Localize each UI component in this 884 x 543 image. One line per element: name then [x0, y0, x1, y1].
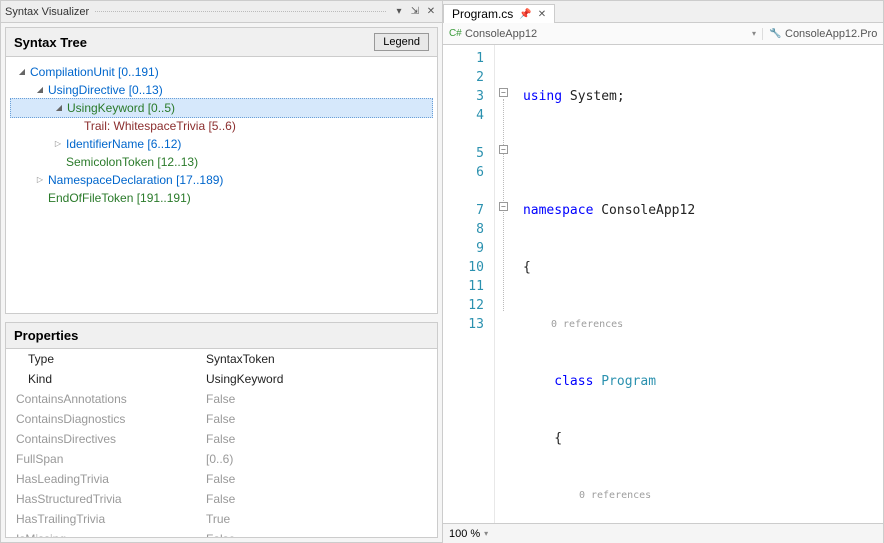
codelens-references[interactable]: 0 references: [523, 315, 623, 334]
editor-panel: Program.cs 📌 ✕ C# ConsoleApp12 ▾ 🔧 Conso…: [443, 0, 884, 543]
prop-row[interactable]: HasStructuredTriviaFalse: [6, 489, 437, 509]
prop-row[interactable]: IsMissingFalse: [6, 529, 437, 537]
prop-row: TypeSyntaxToken: [6, 349, 437, 369]
tree-body[interactable]: CompilationUnit [0..191)UsingDirective […: [6, 57, 437, 313]
tree-node-label: Trail: WhitespaceTrivia [5..6): [84, 117, 236, 135]
panel-grip[interactable]: [95, 11, 386, 12]
code-editor[interactable]: 1234 56 78910111213 − − − using System; …: [443, 45, 883, 523]
prop-row[interactable]: HasLeadingTriviaFalse: [6, 469, 437, 489]
toggle-spacer: [52, 156, 64, 168]
context-right-label: ConsoleApp12.Pro: [785, 28, 877, 40]
file-tab[interactable]: Program.cs 📌 ✕: [443, 4, 555, 23]
prop-key: Type: [6, 349, 196, 369]
line-gutter: 1234 56 78910111213: [443, 45, 495, 523]
tree-node-label: UsingDirective [0..13): [48, 81, 163, 99]
prop-key: HasLeadingTrivia: [6, 469, 196, 489]
wrench-icon: 🔧: [769, 28, 781, 40]
tree-node[interactable]: UsingDirective [0..13): [10, 81, 433, 99]
context-bar: C# ConsoleApp12 ▾ 🔧 ConsoleApp12.Pro: [443, 23, 883, 45]
tree-node[interactable]: IdentifierName [6..12): [10, 135, 433, 153]
context-left-label: ConsoleApp12: [465, 28, 537, 40]
prop-key: IsMissing: [6, 529, 196, 537]
tree-node[interactable]: SemicolonToken [12..13): [10, 153, 433, 171]
fold-box-icon[interactable]: −: [499, 88, 508, 97]
fold-box-icon[interactable]: −: [499, 202, 508, 211]
toggle-icon[interactable]: [34, 174, 46, 186]
close-icon[interactable]: ✕: [424, 5, 438, 19]
syntax-tree-section: Syntax Tree Legend CompilationUnit [0..1…: [5, 27, 438, 314]
toggle-spacer: [34, 192, 46, 204]
chevron-down-icon[interactable]: ▾: [484, 529, 488, 538]
props-body[interactable]: TypeSyntaxTokenKindUsingKeywordContainsA…: [6, 349, 437, 537]
prop-row[interactable]: ContainsAnnotationsFalse: [6, 389, 437, 409]
context-project[interactable]: C# ConsoleApp12 ▾: [443, 28, 763, 40]
tree-node-label: EndOfFileToken [191..191): [48, 189, 191, 207]
tree-node[interactable]: NamespaceDeclaration [17..189): [10, 171, 433, 189]
prop-key: Kind: [6, 369, 196, 389]
tree-node[interactable]: UsingKeyword [0..5): [10, 98, 433, 118]
pin-icon[interactable]: 📌: [519, 9, 531, 20]
tree-node[interactable]: EndOfFileToken [191..191): [10, 189, 433, 207]
tree-node[interactable]: Trail: WhitespaceTrivia [5..6): [10, 117, 433, 135]
tree-title: Syntax Tree: [14, 35, 87, 50]
outline-column[interactable]: − − −: [495, 45, 517, 523]
prop-val: False: [196, 529, 437, 537]
toggle-spacer: [70, 120, 82, 132]
chevron-down-icon[interactable]: ▾: [752, 29, 756, 38]
tree-node-label: UsingKeyword [0..5): [67, 99, 175, 117]
props-header: Properties: [6, 323, 437, 349]
prop-key: ContainsAnnotations: [6, 389, 196, 409]
prop-key: HasTrailingTrivia: [6, 509, 196, 529]
prop-row: KindUsingKeyword: [6, 369, 437, 389]
prop-key: HasStructuredTrivia: [6, 489, 196, 509]
legend-button[interactable]: Legend: [374, 33, 429, 51]
props-table: TypeSyntaxTokenKindUsingKeywordContainsA…: [6, 349, 437, 537]
prop-row[interactable]: HasTrailingTriviaTrue: [6, 509, 437, 529]
toggle-icon[interactable]: [34, 84, 46, 96]
tree-node-label: CompilationUnit [0..191): [30, 63, 159, 81]
dropdown-icon[interactable]: ▾: [392, 5, 406, 19]
panel-title-bar: Syntax Visualizer ▾ ⇲ ✕: [1, 1, 442, 23]
prop-val: False: [196, 489, 437, 509]
prop-key: ContainsDiagnostics: [6, 409, 196, 429]
prop-row[interactable]: ContainsDirectivesFalse: [6, 429, 437, 449]
toggle-icon[interactable]: [16, 66, 28, 78]
csharp-icon: C#: [449, 28, 461, 40]
prop-val: False: [196, 409, 437, 429]
prop-val: True: [196, 509, 437, 529]
tab-label: Program.cs: [452, 7, 513, 21]
tree-node[interactable]: CompilationUnit [0..191): [10, 63, 433, 81]
panel-title: Syntax Visualizer: [5, 6, 89, 18]
prop-val: [0..6): [196, 449, 437, 469]
prop-val: False: [196, 389, 437, 409]
tree-node-label: SemicolonToken [12..13): [66, 153, 198, 171]
fold-box-icon[interactable]: −: [499, 145, 508, 154]
prop-row[interactable]: ContainsDiagnosticsFalse: [6, 409, 437, 429]
tree-node-label: IdentifierName [6..12): [66, 135, 181, 153]
close-icon[interactable]: ✕: [538, 9, 546, 20]
context-member[interactable]: 🔧 ConsoleApp12.Pro: [763, 28, 883, 40]
prop-val: SyntaxToken: [196, 349, 437, 369]
tree-header: Syntax Tree Legend: [6, 28, 437, 57]
props-title: Properties: [14, 328, 78, 343]
zoom-label[interactable]: 100 %: [449, 528, 480, 540]
prop-key: FullSpan: [6, 449, 196, 469]
code-area[interactable]: using System; namespace ConsoleApp12 { 0…: [517, 45, 883, 523]
toggle-icon[interactable]: [52, 138, 64, 150]
codelens-references[interactable]: 0 references: [523, 486, 651, 505]
properties-section: Properties TypeSyntaxTokenKindUsingKeywo…: [5, 322, 438, 538]
prop-row[interactable]: FullSpan[0..6): [6, 449, 437, 469]
prop-val: UsingKeyword: [196, 369, 437, 389]
tree-node-label: NamespaceDeclaration [17..189): [48, 171, 223, 189]
prop-val: False: [196, 469, 437, 489]
pin-icon[interactable]: ⇲: [408, 5, 422, 19]
tab-strip: Program.cs 📌 ✕: [443, 1, 883, 23]
zoom-bar: 100 % ▾: [443, 523, 883, 543]
prop-val: False: [196, 429, 437, 449]
toggle-icon[interactable]: [53, 102, 65, 114]
prop-key: ContainsDirectives: [6, 429, 196, 449]
syntax-visualizer-panel: Syntax Visualizer ▾ ⇲ ✕ Syntax Tree Lege…: [0, 0, 443, 543]
